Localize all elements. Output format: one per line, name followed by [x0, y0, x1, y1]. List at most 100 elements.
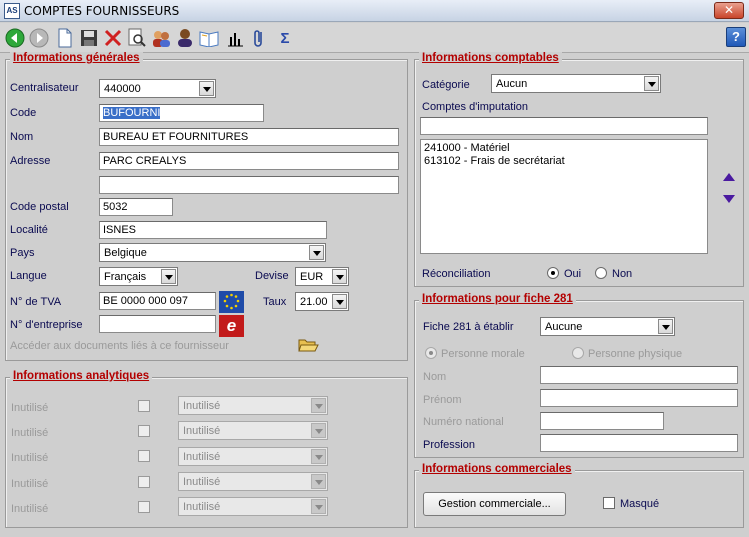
gestion-commerciale-button[interactable]: Gestion commerciale... [423, 492, 566, 516]
analytic-row-select[interactable]: Inutilisé [178, 421, 328, 440]
pays-label: Pays [10, 247, 35, 259]
entreprise-field[interactable] [99, 315, 216, 333]
documents-label: Accéder aux documents liés à ce fourniss… [10, 340, 229, 352]
sum-icon[interactable]: Σ [274, 27, 296, 49]
analytic-row-checkbox[interactable] [138, 400, 150, 412]
eu-vat-icon[interactable] [219, 291, 244, 313]
code-label: Code [10, 107, 37, 119]
tva-field[interactable]: BE 0000 000 097 [99, 292, 216, 310]
reconciliation-non-label: Non [612, 268, 633, 280]
imputation-list[interactable]: 241000 - Matériel 613102 - Frais de secr… [420, 139, 708, 254]
enterprise-lookup-icon[interactable]: e [219, 315, 244, 337]
chevron-down-icon [644, 76, 659, 91]
taux-label: Taux [263, 296, 287, 308]
analytic-row-label: Inutilisé [11, 452, 49, 464]
fiche-prenom-field[interactable] [540, 389, 738, 407]
chevron-down-icon [311, 423, 326, 438]
masque-checkbox[interactable] [603, 497, 615, 509]
search-icon[interactable] [126, 27, 148, 49]
app-icon: AS [4, 3, 20, 19]
code-postal-field[interactable]: 5032 [99, 198, 173, 216]
list-item[interactable]: 613102 - Frais de secrétariat [424, 155, 565, 167]
analytic-row-select[interactable]: Inutilisé [178, 447, 328, 466]
analytic-row-label: Inutilisé [11, 478, 49, 490]
localite-field[interactable]: ISNES [99, 221, 327, 239]
chevron-down-icon [199, 81, 214, 96]
close-button[interactable]: ✕ [714, 2, 744, 19]
analytic-row-label: Inutilisé [11, 503, 49, 515]
fiche-nom-field[interactable] [540, 366, 738, 384]
categorie-label: Catégorie [422, 79, 470, 91]
help-button[interactable]: ? [726, 27, 746, 47]
profession-field[interactable] [540, 434, 738, 452]
nom-field[interactable]: BUREAU ET FOURNITURES [99, 128, 399, 146]
chevron-down-icon [311, 499, 326, 514]
move-down-icon[interactable] [721, 192, 737, 206]
devise-select[interactable]: EUR [295, 267, 349, 286]
chevron-down-icon [311, 449, 326, 464]
book-icon[interactable] [198, 27, 220, 49]
move-up-icon[interactable] [721, 170, 737, 184]
taux-select[interactable]: 21.00 [295, 292, 349, 311]
code-field[interactable]: BUFOURNI [99, 104, 264, 122]
analytic-row-checkbox[interactable] [138, 425, 150, 437]
nom-label: Nom [10, 131, 34, 143]
new-document-icon[interactable] [54, 27, 76, 49]
chevron-down-icon [161, 269, 176, 284]
fiche-prenom-label: Prénom [423, 394, 462, 406]
general-info-title: Informations générales [10, 52, 143, 64]
pays-select[interactable]: Belgique [99, 243, 326, 262]
analytic-row-checkbox[interactable] [138, 476, 150, 488]
fiche281-select[interactable]: Aucune [540, 317, 675, 336]
back-icon[interactable] [4, 27, 26, 49]
analytic-row-select[interactable]: Inutilisé [178, 396, 328, 415]
fiche-nom-label: Nom [423, 371, 447, 383]
toolbar: Σ ? [0, 23, 749, 53]
chevron-down-icon [309, 245, 324, 260]
personne-morale-label: Personne morale [441, 348, 525, 360]
imputation-label: Comptes d'imputation [422, 101, 529, 113]
attachment-icon[interactable] [248, 27, 270, 49]
analytic-row-checkbox[interactable] [138, 450, 150, 462]
chevron-down-icon [311, 474, 326, 489]
chevron-down-icon [332, 269, 347, 284]
title-bar: AS COMPTES FOURNISSEURS ✕ [0, 0, 749, 22]
personne-morale-radio[interactable] [425, 347, 437, 359]
reconciliation-oui-label: Oui [564, 268, 582, 280]
open-folder-icon[interactable] [297, 335, 319, 355]
reconciliation-non-radio[interactable] [595, 267, 607, 279]
chart-icon[interactable] [224, 27, 246, 49]
list-item[interactable]: 241000 - Matériel [424, 142, 510, 154]
imputation-input[interactable] [420, 117, 708, 135]
langue-select[interactable]: Français [99, 267, 178, 286]
save-icon[interactable] [78, 27, 100, 49]
reconciliation-label: Réconciliation [422, 268, 491, 280]
profession-label: Profession [423, 439, 475, 451]
adresse2-field[interactable] [99, 176, 399, 194]
fiche281-info-title: Informations pour fiche 281 [419, 293, 576, 305]
langue-label: Langue [10, 270, 47, 282]
user-icon[interactable] [174, 27, 196, 49]
code-postal-label: Code postal [10, 201, 69, 213]
delete-icon[interactable] [102, 27, 124, 49]
reconciliation-oui-radio[interactable] [547, 267, 559, 279]
localite-label: Localité [10, 224, 48, 236]
categorie-select[interactable]: Aucun [491, 74, 661, 93]
centralisateur-select[interactable]: 440000 [99, 79, 216, 98]
forward-icon[interactable] [28, 27, 50, 49]
analytic-row-select[interactable]: Inutilisé [178, 472, 328, 491]
numero-national-field[interactable] [540, 412, 664, 430]
masque-label: Masqué [620, 498, 660, 510]
devise-label: Devise [255, 270, 289, 282]
commercial-info-title: Informations commerciales [419, 463, 575, 475]
adresse-field[interactable]: PARC CREALYS [99, 152, 399, 170]
fiche281-label: Fiche 281 à établir [423, 321, 514, 333]
centralisateur-label: Centralisateur [10, 82, 79, 94]
entreprise-label: N° d'entreprise [10, 319, 83, 331]
tva-label: N° de TVA [10, 296, 62, 308]
analytic-row-checkbox[interactable] [138, 501, 150, 513]
analytic-row-select[interactable]: Inutilisé [178, 497, 328, 516]
personne-physique-radio[interactable] [572, 347, 584, 359]
chevron-down-icon [658, 319, 673, 334]
contacts-icon[interactable] [150, 27, 172, 49]
